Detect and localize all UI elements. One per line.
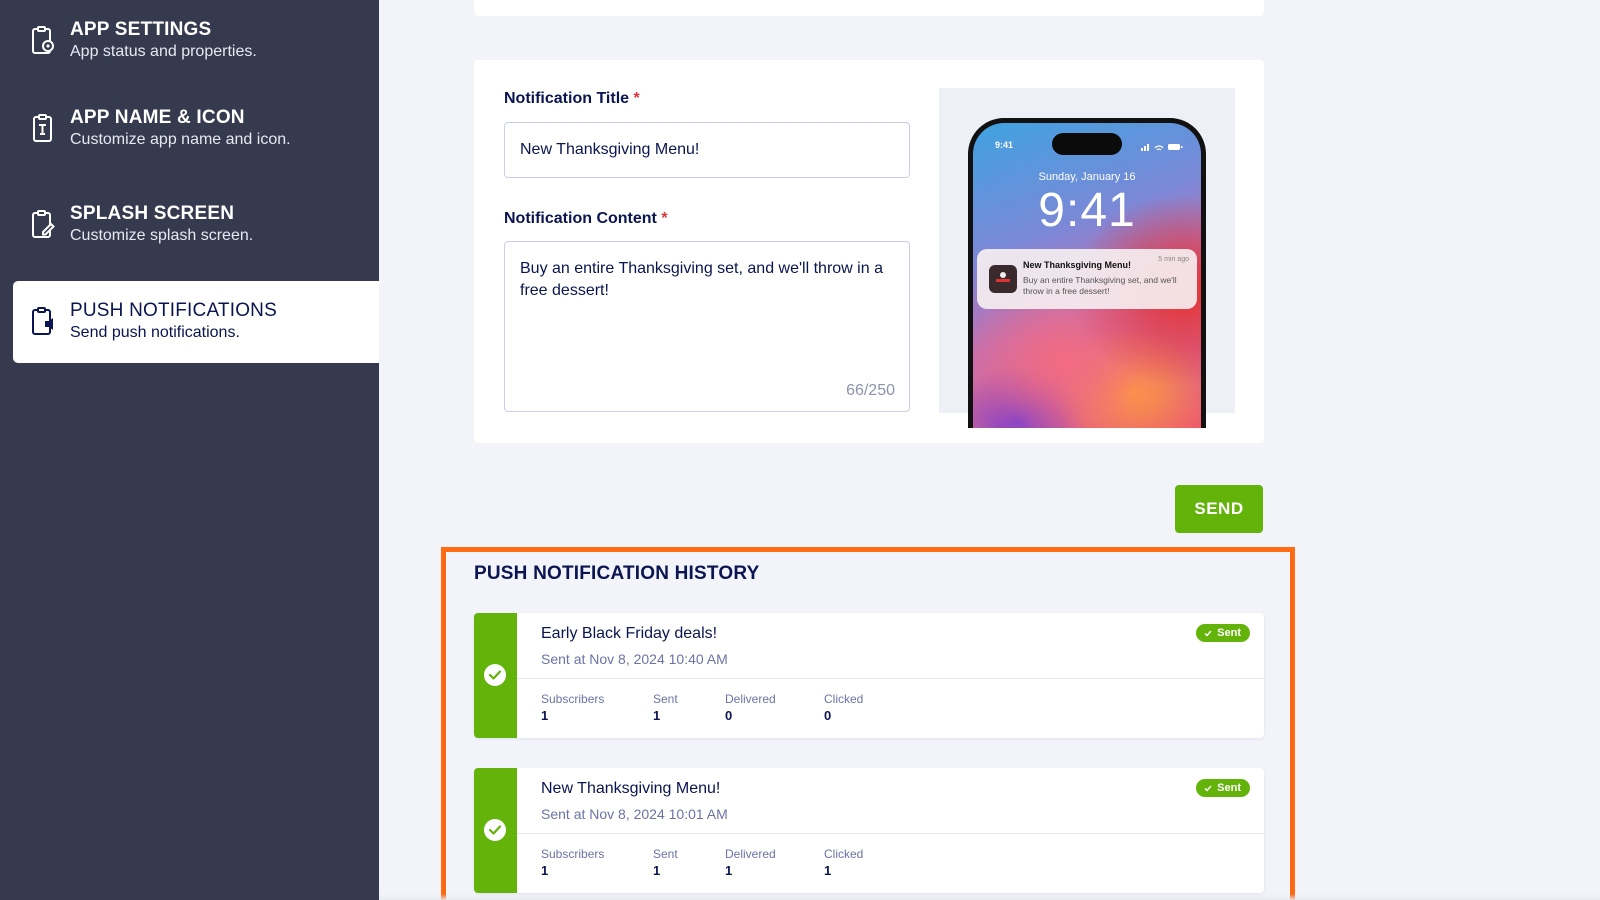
- stat-value: 1: [725, 863, 733, 878]
- history-item-time: Sent at Nov 8, 2024 10:01 AM: [541, 806, 728, 822]
- check-circle-icon: [484, 664, 506, 686]
- stat-delivered: Delivered 0: [725, 691, 776, 725]
- check-icon: [1204, 630, 1212, 637]
- notification-content-label: Notification Content *: [504, 210, 668, 228]
- stat-value: 1: [653, 863, 661, 878]
- history-item[interactable]: New Thanksgiving Menu! Sent at Nov 8, 20…: [474, 768, 1264, 893]
- notification-title-label: Notification Title *: [504, 90, 640, 108]
- stat-value: 1: [541, 708, 549, 723]
- nav-title: APP SETTINGS: [70, 19, 212, 40]
- stat-clicked: Clicked 0: [824, 691, 863, 725]
- sidebar: APP SETTINGS App status and properties. …: [0, 0, 379, 900]
- bottom-fade: [379, 894, 1600, 900]
- preview-notification-time: 5 min ago: [1158, 256, 1189, 263]
- notification-title-input[interactable]: [504, 122, 910, 178]
- send-button[interactable]: SEND: [1175, 485, 1263, 533]
- status-badge: Sent: [1196, 779, 1250, 797]
- label-text: Notification Content: [504, 210, 657, 227]
- status-strip: [474, 613, 517, 738]
- stat-clicked: Clicked 1: [824, 846, 863, 880]
- badge-text: Sent: [1217, 782, 1241, 794]
- notification-content-textarea[interactable]: Buy an entire Thanksgiving set, and we'l…: [504, 241, 910, 412]
- nav-subtitle: App status and properties.: [70, 43, 257, 60]
- status-time: 9:41: [995, 140, 1014, 150]
- badge-text: Sent: [1217, 627, 1241, 639]
- preview-notification-title: New Thanksgiving Menu!: [1023, 260, 1132, 270]
- stat-label: Sent: [653, 692, 678, 706]
- app-icon: [989, 265, 1017, 293]
- stat-label: Clicked: [824, 847, 864, 861]
- phone-frame: 9:41 Sunday, January 16 9:41 New Thanksg…: [968, 118, 1206, 428]
- stat-value: 1: [541, 863, 549, 878]
- stat-delivered: Delivered 1: [725, 846, 776, 880]
- edit-doc-icon: [29, 209, 57, 241]
- history-item-title: Early Black Friday deals!: [541, 625, 718, 642]
- phone-lock-screen: 9:41 Sunday, January 16 9:41 New Thanksg…: [973, 123, 1201, 428]
- check-icon: [1204, 785, 1212, 792]
- notification-content-text: Buy an entire Thanksgiving set, and we'l…: [520, 260, 883, 299]
- sidebar-item-push-notifications[interactable]: PUSH NOTIFICATIONS Send push notificatio…: [13, 281, 379, 363]
- stat-subscribers: Subscribers 1: [541, 691, 604, 725]
- nav-subtitle: Customize app name and icon.: [70, 131, 291, 148]
- status-icons: [1141, 139, 1183, 157]
- history-item-time: Sent at Nov 8, 2024 10:40 AM: [541, 651, 728, 667]
- lock-date: Sunday, January 16: [1038, 171, 1136, 183]
- sidebar-item-app-name-icon[interactable]: APP NAME & ICON Customize app name and i…: [0, 88, 379, 170]
- divider: [517, 678, 1264, 679]
- lock-time: 9:41: [1038, 184, 1136, 237]
- sidebar-item-splash-screen[interactable]: SPLASH SCREEN Customize splash screen.: [0, 184, 379, 266]
- previous-card: [474, 0, 1264, 16]
- stat-value: 0: [824, 708, 832, 723]
- preview-notification-body: Buy an entire Thanksgiving set, and we'l…: [1023, 275, 1177, 296]
- status-badge: Sent: [1196, 624, 1250, 642]
- history-item[interactable]: Early Black Friday deals! Sent at Nov 8,…: [474, 613, 1264, 738]
- stat-label: Delivered: [725, 692, 776, 706]
- stat-label: Subscribers: [541, 692, 605, 706]
- stat-label: Subscribers: [541, 847, 605, 861]
- status-strip: [474, 768, 517, 893]
- history-item-title: New Thanksgiving Menu!: [541, 780, 721, 797]
- phone-preview: 9:41 Sunday, January 16 9:41 New Thanksg…: [939, 88, 1235, 428]
- preview-notification: New Thanksgiving Menu! 5 min ago Buy an …: [977, 249, 1197, 309]
- required-mark: *: [633, 90, 640, 107]
- nav-subtitle: Send push notifications.: [70, 324, 240, 341]
- dynamic-island: [1052, 133, 1122, 155]
- stat-value: 1: [653, 708, 661, 723]
- character-counter: 66/250: [846, 382, 895, 399]
- nav-title: PUSH NOTIFICATIONS: [70, 300, 277, 321]
- nav-title: APP NAME & ICON: [70, 107, 245, 128]
- divider: [517, 833, 1264, 834]
- stat-label: Sent: [653, 847, 678, 861]
- stat-sent: Sent 1: [653, 846, 678, 880]
- push-doc-icon: [29, 306, 57, 338]
- stat-value: 0: [725, 708, 733, 723]
- text-doc-icon: [29, 113, 57, 145]
- stat-sent: Sent 1: [653, 691, 678, 725]
- stat-label: Clicked: [824, 692, 864, 706]
- stat-value: 1: [824, 863, 832, 878]
- sidebar-item-app-settings[interactable]: APP SETTINGS App status and properties.: [0, 0, 379, 82]
- nav-subtitle: Customize splash screen.: [70, 227, 254, 244]
- settings-doc-icon: [29, 25, 57, 57]
- required-mark: *: [661, 210, 668, 227]
- stat-subscribers: Subscribers 1: [541, 846, 604, 880]
- stat-label: Delivered: [725, 847, 776, 861]
- check-circle-icon: [484, 819, 506, 841]
- label-text: Notification Title: [504, 90, 630, 107]
- notification-form-card: Notification Title * Notification Conten…: [474, 60, 1264, 443]
- history-title: PUSH NOTIFICATION HISTORY: [474, 563, 760, 584]
- nav-title: SPLASH SCREEN: [70, 203, 235, 224]
